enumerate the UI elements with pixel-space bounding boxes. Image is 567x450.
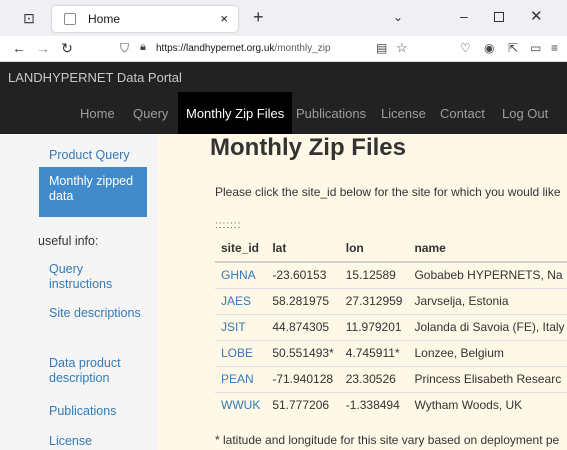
lock-icon[interactable]: 🔒︎: [140, 41, 146, 54]
sidebar-item-monthly-zipped-data[interactable]: Monthly zipped data: [39, 167, 147, 217]
url-text[interactable]: https://landhypernet.org.uk/monthly_zip: [156, 43, 331, 54]
footnote: * latitude and longitude for this site v…: [215, 433, 560, 447]
extensions-icon[interactable]: ⇱: [508, 41, 518, 55]
site-id-link[interactable]: JAES: [215, 287, 267, 314]
bookmark-star-icon[interactable]: ☆: [396, 40, 408, 56]
name-cell: Jolanda di Savoia (FE), Italy: [408, 313, 567, 340]
lon-cell: 27.312959: [339, 287, 409, 314]
browser-navigation-bar: ← → ↻ ⛉ 🔒︎ https://landhypernet.org.uk/m…: [0, 36, 567, 62]
name-cell: Wytham Woods, UK: [408, 391, 567, 418]
tab-title: Home: [88, 12, 121, 26]
table-row: JSIT 44.874305 11.979201 Jolanda di Savo…: [215, 313, 567, 340]
page-favicon-icon: [64, 13, 76, 25]
column-header-lat: lat: [266, 234, 340, 263]
column-header-lon: lon: [339, 234, 409, 263]
table-row: GHNA -23.60153 15.12589 Gobabeb HYPERNET…: [215, 261, 567, 288]
reload-button[interactable]: ↻: [58, 40, 76, 57]
sidebar-page-icon[interactable]: ▭: [530, 41, 541, 55]
sites-table: site_id lat lon name GHNA -23.60153 15.1…: [215, 234, 567, 418]
table-row: JAES 58.281975 27.312959 Jarvselja, Esto…: [215, 287, 567, 314]
nav-query[interactable]: Query: [133, 106, 168, 121]
sidebar-item-query-instructions[interactable]: Query instructions: [49, 262, 149, 292]
list-all-tabs-chevron-icon[interactable]: ⌄: [393, 10, 403, 24]
lon-cell: 23.30526: [339, 365, 409, 392]
pocket-icon[interactable]: ♡: [460, 41, 471, 55]
lat-cell: 44.874305: [266, 313, 340, 340]
name-cell: Gobabeb HYPERNETS, Na: [408, 261, 567, 288]
table-separator: :::::::: [215, 220, 242, 231]
nav-log-out[interactable]: Log Out: [502, 106, 548, 121]
back-button[interactable]: ←: [10, 40, 28, 56]
name-cell: Jarvselja, Estonia: [408, 287, 567, 314]
site-brand[interactable]: LANDHYPERNET Data Portal: [8, 70, 182, 85]
lat-cell: 58.281975: [266, 287, 340, 314]
lon-cell: 11.979201: [339, 313, 409, 340]
table-row: LOBE 50.551493* 4.745911* Lonzee, Belgiu…: [215, 339, 567, 366]
sidebar: Product Query Monthly zipped data useful…: [0, 134, 158, 450]
window-close-button[interactable]: ✕: [530, 7, 543, 25]
site-id-link[interactable]: LOBE: [215, 339, 267, 366]
window-maximize-button[interactable]: [494, 12, 504, 22]
column-header-site-id: site_id: [215, 234, 267, 263]
lat-cell: 50.551493*: [266, 339, 340, 366]
site-id-link[interactable]: PEAN: [215, 365, 267, 392]
lon-cell: -1.338494: [339, 391, 409, 418]
browser-tab-bar: ⊡ Home × + ⌄ – ✕: [0, 0, 567, 36]
nav-scroll-edge: [552, 92, 567, 134]
lon-cell: 15.12589: [339, 261, 409, 288]
table-row: WWUK 51.777206 -1.338494 Wytham Woods, U…: [215, 391, 567, 418]
name-cell: Princess Elisabeth Researc: [408, 365, 567, 392]
nav-license[interactable]: License: [381, 106, 426, 121]
hamburger-menu-icon[interactable]: ≡: [551, 41, 558, 55]
site-header: LANDHYPERNET Data Portal: [0, 62, 567, 92]
lat-cell: 51.777206: [266, 391, 340, 418]
site-id-link[interactable]: JSIT: [215, 313, 267, 340]
site-nav: Home Query Monthly Zip Files Publication…: [0, 92, 567, 134]
nav-publications[interactable]: Publications: [296, 106, 366, 121]
table-row: PEAN -71.940128 23.30526 Princess Elisab…: [215, 365, 567, 392]
window-minimize-button[interactable]: –: [460, 8, 468, 24]
sidebar-item-product-query[interactable]: Product Query: [49, 148, 130, 163]
sidebar-item-site-descriptions[interactable]: Site descriptions: [49, 306, 149, 321]
browser-tab-home[interactable]: Home ×: [52, 6, 238, 32]
nav-contact[interactable]: Contact: [440, 106, 485, 121]
sidebar-item-license[interactable]: License: [49, 434, 92, 449]
site-id-link[interactable]: WWUK: [215, 391, 267, 418]
lat-cell: -23.60153: [266, 261, 340, 288]
nav-monthly-zip-files[interactable]: Monthly Zip Files: [178, 92, 293, 134]
page-title: Monthly Zip Files: [210, 134, 406, 161]
sidebar-header-useful-info: useful info:: [38, 234, 99, 248]
new-tab-button[interactable]: +: [253, 8, 264, 26]
tracking-protection-shield-icon[interactable]: ⛉: [120, 41, 129, 56]
intro-text: Please click the site_id below for the s…: [215, 185, 561, 199]
table-header-row: site_id lat lon name: [215, 234, 567, 263]
forward-button[interactable]: →: [34, 40, 52, 56]
account-icon[interactable]: ◉: [484, 41, 494, 55]
lat-cell: -71.940128: [266, 365, 340, 392]
main-content: Monthly Zip Files Please click the site_…: [158, 134, 567, 450]
tab-close-icon[interactable]: ×: [220, 11, 228, 26]
sidebar-item-publications[interactable]: Publications: [49, 404, 116, 419]
lon-cell: 4.745911*: [339, 339, 409, 366]
tab-list-icon[interactable]: ⊡: [20, 9, 38, 27]
sidebar-item-data-product-description[interactable]: Data product description: [49, 356, 149, 386]
reader-view-icon[interactable]: ▤: [376, 41, 387, 55]
column-header-name: name: [408, 234, 567, 263]
nav-home[interactable]: Home: [80, 106, 115, 121]
name-cell: Lonzee, Belgium: [408, 339, 567, 366]
site-id-link[interactable]: GHNA: [215, 261, 267, 288]
